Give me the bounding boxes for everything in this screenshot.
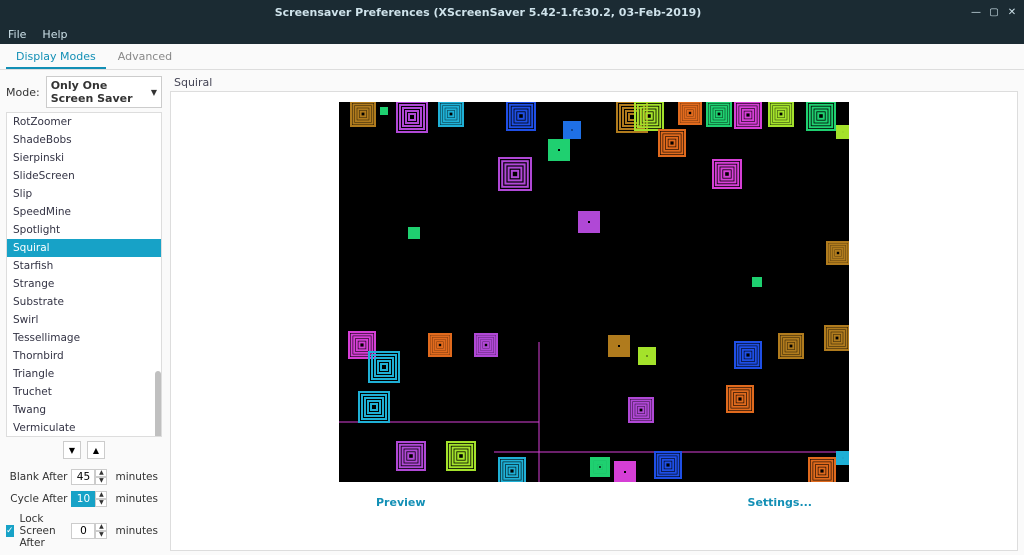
list-up-button[interactable]: ▲: [87, 441, 105, 459]
blank-after-input[interactable]: [71, 469, 95, 485]
saver-item[interactable]: Twang: [7, 401, 161, 419]
preview-title: Squiral: [170, 74, 1018, 91]
cycle-after-input[interactable]: [71, 491, 95, 507]
blank-unit: minutes: [115, 471, 158, 483]
saver-item[interactable]: Thornbird: [7, 347, 161, 365]
window-title: Screensaver Preferences (XScreenSaver 5.…: [6, 6, 970, 19]
saver-item[interactable]: Slip: [7, 185, 161, 203]
tab-display-modes[interactable]: Display Modes: [6, 46, 106, 69]
saver-item[interactable]: Truchet: [7, 383, 161, 401]
saver-item[interactable]: Spotlight: [7, 221, 161, 239]
minimize-icon[interactable]: —: [970, 6, 982, 18]
spin-down-icon[interactable]: ▼: [95, 531, 107, 539]
saver-item[interactable]: Vermiculate: [7, 419, 161, 437]
mode-select[interactable]: Only One Screen Saver ▼: [46, 76, 162, 108]
scrollbar[interactable]: [155, 371, 161, 437]
saver-item[interactable]: Swirl: [7, 311, 161, 329]
list-down-button[interactable]: ▼: [63, 441, 81, 459]
cycle-unit: minutes: [115, 493, 158, 505]
saver-item[interactable]: RotZoomer: [7, 113, 161, 131]
preview-frame: Preview Settings...: [170, 91, 1018, 551]
menu-help[interactable]: Help: [42, 28, 67, 41]
blank-after-label: Blank After: [10, 471, 68, 483]
spin-up-icon[interactable]: ▲: [95, 491, 107, 499]
settings-button[interactable]: Settings...: [748, 496, 812, 509]
lock-after-label: Lock Screen After: [20, 513, 68, 549]
mode-label: Mode:: [6, 86, 40, 99]
tabs: Display Modes Advanced: [0, 46, 1024, 70]
saver-item[interactable]: SlideScreen: [7, 167, 161, 185]
spin-down-icon[interactable]: ▼: [95, 499, 107, 507]
saver-item[interactable]: Squiral: [7, 239, 161, 257]
preview-canvas: [339, 102, 849, 482]
saver-item[interactable]: SpeedMine: [7, 203, 161, 221]
tab-advanced[interactable]: Advanced: [108, 46, 182, 69]
menubar: File Help: [0, 24, 1024, 44]
saver-item[interactable]: Starfish: [7, 257, 161, 275]
close-icon[interactable]: ✕: [1006, 6, 1018, 18]
menu-file[interactable]: File: [8, 28, 26, 41]
mode-value: Only One Screen Saver: [51, 79, 151, 105]
saver-item[interactable]: Substrate: [7, 293, 161, 311]
window-titlebar: Screensaver Preferences (XScreenSaver 5.…: [0, 0, 1024, 24]
chevron-down-icon: ▼: [151, 88, 157, 97]
lock-after-input[interactable]: [71, 523, 95, 539]
saver-item[interactable]: Strange: [7, 275, 161, 293]
saver-item[interactable]: Tessellimage: [7, 329, 161, 347]
lock-checkbox[interactable]: ✓: [6, 525, 14, 537]
cycle-after-label: Cycle After: [10, 493, 67, 505]
saver-item[interactable]: Sierpinski: [7, 149, 161, 167]
saver-list[interactable]: RotZoomerShadeBobsSierpinskiSlideScreenS…: [6, 112, 162, 437]
lock-unit: minutes: [115, 525, 158, 537]
spin-up-icon[interactable]: ▲: [95, 523, 107, 531]
spin-up-icon[interactable]: ▲: [95, 469, 107, 477]
maximize-icon[interactable]: ▢: [988, 6, 1000, 18]
preview-button[interactable]: Preview: [376, 496, 426, 509]
spin-down-icon[interactable]: ▼: [95, 477, 107, 485]
saver-item[interactable]: ShadeBobs: [7, 131, 161, 149]
saver-item[interactable]: Triangle: [7, 365, 161, 383]
squiral-preview-svg: [339, 102, 849, 482]
